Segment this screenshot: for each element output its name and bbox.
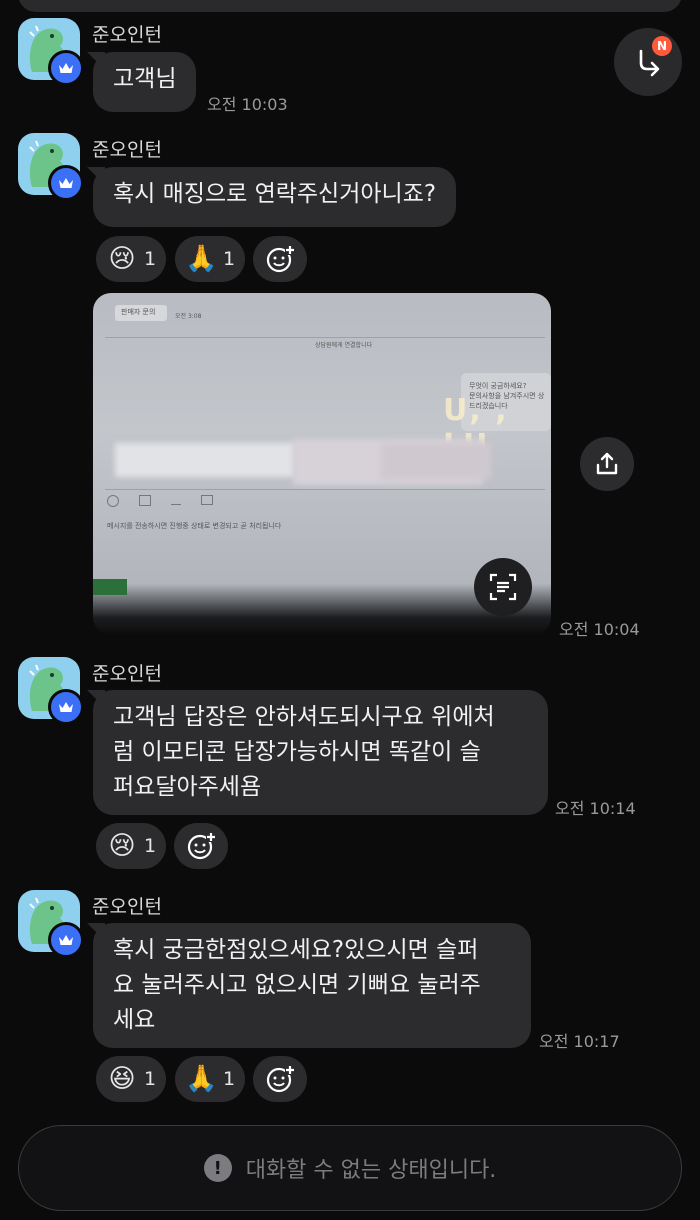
crown-badge-icon	[48, 689, 84, 725]
sender-name: 준오인턴	[92, 896, 162, 918]
smiley-plus-icon	[266, 245, 295, 273]
reaction-chip[interactable]: 🙏 1	[175, 236, 246, 282]
crown-badge-icon	[48, 165, 84, 201]
reaction-count: 1	[223, 248, 236, 270]
previous-message-fragment	[18, 0, 682, 12]
share-button[interactable]	[580, 437, 634, 491]
add-reaction-button[interactable]	[253, 236, 307, 282]
laughing-face-icon: 😆	[108, 1064, 136, 1094]
smiley-plus-icon	[187, 832, 216, 860]
folded-hands-icon: 🙏	[185, 244, 218, 274]
crying-face-icon: 😢	[108, 244, 136, 274]
photo-text: 판매자 문의	[121, 308, 156, 316]
pencil-icon	[171, 495, 181, 505]
avatar[interactable]	[18, 18, 84, 86]
photo-text: 상담원에게 연결합니다	[315, 342, 373, 349]
message-time: 오전 10:17	[539, 1032, 620, 1051]
message-time: 오전 10:14	[555, 799, 636, 818]
blurred-area	[115, 443, 295, 477]
exclamation-icon: !	[203, 1154, 232, 1182]
reaction-count: 1	[144, 835, 157, 857]
emoji-icon	[107, 495, 119, 507]
reaction-chip[interactable]: 😢 1	[96, 236, 167, 282]
message-bubble[interactable]: 혹시 매징으로 연락주신거아니죠?	[87, 167, 457, 227]
notice-text: 대화할 수 없는 상태입니다.	[245, 1158, 497, 1183]
notification-badge: N	[652, 36, 672, 56]
message-line: 세요	[113, 1007, 156, 1033]
taskbar-icon	[93, 579, 127, 595]
reaction-chip[interactable]: 🙏 1	[175, 1056, 246, 1102]
message-line: 럼 이모티콘 답장가능하시면 똑같이 슬	[113, 739, 481, 765]
jump-to-latest-button[interactable]: N	[614, 28, 682, 96]
photo-text: 무엇이 궁금하세요?	[469, 382, 527, 390]
photo-divider	[105, 489, 545, 490]
photo-text: 메시지를 전송하시면 진행중 상태로 변경되고 곧 처리됩니다	[107, 522, 282, 530]
add-reaction-button[interactable]	[174, 823, 228, 869]
reaction-chip[interactable]: 😆 1	[96, 1056, 167, 1102]
message-line: 요 눌러주시고 없으시면 기뻐요 눌러주	[113, 972, 481, 998]
blurred-area	[381, 443, 491, 479]
bubble-tail	[87, 690, 105, 708]
bubble-tail	[87, 52, 105, 70]
message-text: 혹시 매징으로 연락주신거아니죠?	[113, 181, 437, 207]
message-time: 오전 10:04	[559, 620, 640, 639]
avatar[interactable]	[18, 133, 84, 201]
bubble-tail	[87, 167, 105, 185]
add-reaction-button[interactable]	[253, 1056, 307, 1102]
folded-hands-icon: 🙏	[185, 1064, 218, 1094]
message-time: 오전 10:03	[207, 95, 288, 114]
sender-name: 준오인턴	[92, 24, 162, 46]
message-bubble[interactable]: 고객님	[87, 52, 197, 112]
folder-icon	[201, 495, 213, 505]
reaction-count: 1	[144, 248, 157, 270]
reaction-count: 1	[144, 1068, 157, 1090]
message-line: 혹시 궁금한점있으세요?있으시면 슬퍼	[113, 937, 479, 963]
photo-text: 오전 3:08	[175, 313, 202, 320]
disabled-chat-notice: ! 대화할 수 없는 상태입니다.	[18, 1125, 682, 1211]
photo-toolbar	[107, 495, 217, 507]
message-bubble[interactable]: 혹시 궁금한점있으세요?있으시면 슬퍼 요 눌러주시고 없으시면 기뻐요 눌러주…	[87, 923, 531, 1048]
message-line: 퍼요달아주세욤	[113, 774, 262, 800]
crown-badge-icon	[48, 50, 84, 86]
image-icon	[139, 495, 151, 506]
bubble-tail	[87, 923, 105, 941]
reaction-chip[interactable]: 😢 1	[96, 823, 167, 869]
share-icon	[596, 452, 618, 475]
photo-divider	[105, 337, 545, 338]
message-bubble[interactable]: 고객님 답장은 안하셔도되시구요 위에처 럼 이모티콘 답장가능하시면 똑같이 …	[87, 690, 548, 815]
text-scan-button[interactable]	[474, 558, 532, 616]
sender-name: 준오인턴	[92, 663, 162, 685]
smiley-plus-icon	[266, 1065, 295, 1093]
message-text: 고객님	[113, 66, 177, 92]
crown-badge-icon	[48, 922, 84, 958]
message-line: 고객님 답장은 안하셔도되시구요 위에처	[113, 704, 495, 730]
avatar[interactable]	[18, 890, 84, 958]
sender-name: 준오인턴	[92, 139, 162, 161]
reaction-count: 1	[223, 1068, 236, 1090]
text-scan-icon	[489, 573, 517, 601]
avatar[interactable]	[18, 657, 84, 725]
crying-face-icon: 😢	[108, 831, 136, 861]
